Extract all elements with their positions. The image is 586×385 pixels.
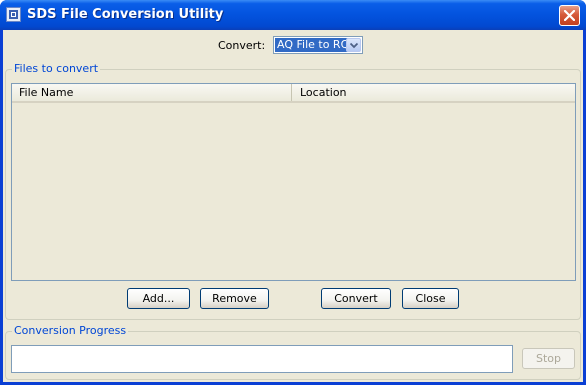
title-bar[interactable]: SDS File Conversion Utility bbox=[0, 0, 586, 30]
chevron-down-icon bbox=[350, 42, 358, 49]
column-header-location[interactable]: Location bbox=[293, 84, 575, 101]
stop-button[interactable]: Stop bbox=[522, 348, 575, 369]
remove-button[interactable]: Remove bbox=[200, 288, 269, 309]
files-group-title: Files to convert bbox=[12, 62, 101, 75]
app-icon[interactable] bbox=[6, 7, 21, 22]
close-window-button[interactable] bbox=[559, 5, 580, 26]
dropdown-arrow-button[interactable] bbox=[346, 38, 361, 52]
files-table[interactable]: File Name Location bbox=[11, 83, 576, 281]
close-button[interactable]: Close bbox=[402, 288, 459, 309]
progress-group-title: Conversion Progress bbox=[12, 324, 129, 337]
app-window: SDS File Conversion Utility Convert: AQ … bbox=[0, 0, 586, 385]
convert-type-select[interactable]: AQ File to RQ bbox=[273, 36, 363, 54]
dialog-body: Convert: AQ File to RQ Files to convert … bbox=[3, 30, 583, 382]
window-title: SDS File Conversion Utility bbox=[27, 7, 224, 22]
convert-label: Convert: bbox=[218, 39, 266, 52]
files-to-convert-group: Files to convert File Name Location Add.… bbox=[5, 62, 581, 320]
close-x-icon bbox=[564, 10, 575, 21]
convert-row: Convert: AQ File to RQ bbox=[3, 36, 583, 54]
convert-button[interactable]: Convert bbox=[321, 288, 391, 309]
add-button[interactable]: Add... bbox=[127, 288, 190, 309]
column-header-file-name[interactable]: File Name bbox=[12, 84, 292, 101]
conversion-progress-group: Conversion Progress Stop bbox=[5, 324, 581, 380]
table-header: File Name Location bbox=[12, 84, 575, 103]
convert-type-value: AQ File to RQ bbox=[275, 38, 352, 52]
conversion-progress-bar bbox=[11, 345, 513, 373]
